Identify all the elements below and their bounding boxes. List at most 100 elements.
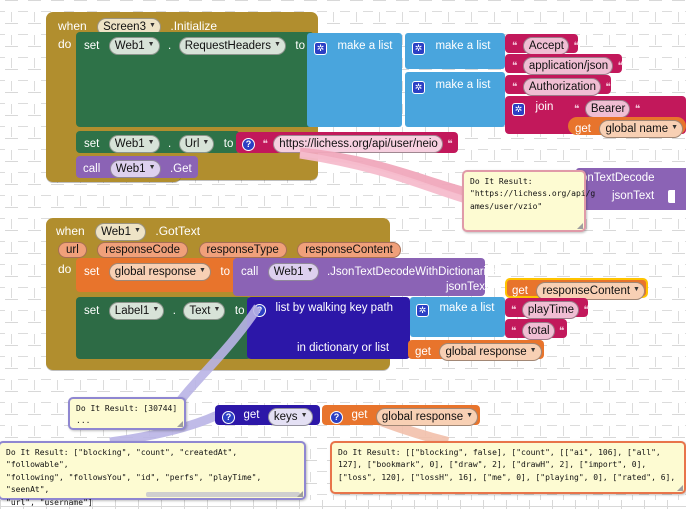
event2-event-label: .GotText bbox=[155, 224, 201, 238]
set-url-property-label: Url bbox=[184, 138, 200, 150]
do-it-result-response-line2: 127], ["bookmark", 0], ["draw", 2], ["dr… bbox=[338, 460, 647, 470]
make-a-list-outer-label: make a list bbox=[337, 40, 393, 52]
help-icon[interactable]: ? bbox=[222, 410, 235, 424]
get-global-response-1-dropdown[interactable]: global response ▼ bbox=[439, 343, 542, 362]
text-application-json-field[interactable]: application/json bbox=[522, 57, 614, 76]
event1-when-label: when bbox=[58, 19, 87, 33]
do-it-result-url-balloon[interactable]: Do It Result: "https://lichess.org/api/g… bbox=[462, 170, 595, 232]
set-requestheaders-row: set Web1 ▼ . RequestHeaders ▼ to bbox=[84, 36, 305, 56]
get-keys-variable: keys bbox=[273, 411, 298, 423]
gear-icon[interactable] bbox=[412, 81, 425, 94]
do-it-result-keys-balloon[interactable]: Do It Result: ["blocking", "count", "cre… bbox=[0, 441, 306, 507]
make-a-list-keys-label: make a list bbox=[439, 302, 495, 314]
join-label: join bbox=[535, 101, 554, 113]
call-jsondecode-row: call Web1 ▼ .JsonTextDecodeWithDictionar… bbox=[241, 262, 498, 282]
event2-param-responsecontent[interactable]: responseContent bbox=[297, 242, 401, 258]
get-keys-row: ? get keys ▼ bbox=[222, 407, 313, 427]
event2-when-row: when Web1 ▼ .GotText bbox=[56, 222, 201, 242]
resize-handle-icon[interactable] bbox=[577, 223, 583, 229]
set-requestheaders-component-label: Web1 bbox=[114, 40, 145, 52]
text-authorization-field[interactable]: Authorization bbox=[522, 78, 601, 97]
get-responsecontent-get-label: get bbox=[512, 285, 528, 297]
set-global-response-dropdown[interactable]: global response ▼ bbox=[108, 263, 211, 282]
get-keys-dropdown[interactable]: keys ▼ bbox=[267, 408, 313, 427]
set-label1-property-dropdown[interactable]: Text ▼ bbox=[183, 302, 226, 321]
walk-key-path-socket2-label: in dictionary or list bbox=[297, 342, 390, 354]
set-label1-component-dropdown[interactable]: Label1 ▼ bbox=[108, 302, 165, 321]
help-icon[interactable]: ? bbox=[330, 410, 343, 424]
chevron-down-icon: ▼ bbox=[633, 285, 640, 293]
text-total-row: ❝ total ❝ bbox=[511, 321, 564, 341]
set-global-response-row: set global response ▼ to bbox=[84, 262, 230, 282]
open-quote-icon: ❝ bbox=[574, 104, 580, 115]
chevron-down-icon: ▼ bbox=[152, 305, 160, 313]
set-url-component-label: Web1 bbox=[114, 138, 145, 150]
set-url-component-dropdown[interactable]: Web1 ▼ bbox=[108, 135, 160, 154]
make-a-list-inner2-label: make a list bbox=[435, 79, 491, 91]
make-a-list-inner1-row: make a list bbox=[412, 38, 490, 56]
resize-handle-icon[interactable] bbox=[297, 491, 303, 497]
help-icon[interactable]: ? bbox=[242, 137, 255, 151]
set-requestheaders-to-label: to bbox=[295, 40, 305, 52]
get-global-response-2-row: ? get global response ▼ bbox=[330, 407, 479, 427]
event2-param-responsecode[interactable]: responseCode bbox=[97, 242, 189, 258]
call-get-method-label: .Get bbox=[169, 163, 192, 175]
event2-component-dropdown[interactable]: Web1 ▼ bbox=[95, 223, 146, 242]
call-get-component-dropdown[interactable]: Web1 ▼ bbox=[109, 160, 161, 179]
event1-do-label: do bbox=[58, 37, 72, 51]
text-playtime-value: playTime bbox=[527, 304, 575, 316]
blocks-layer: when Screen3 ▼ .Initialize do set Web1 ▼… bbox=[0, 0, 686, 507]
call-jsondecode-component-dropdown[interactable]: Web1 ▼ bbox=[267, 263, 319, 282]
gear-icon[interactable] bbox=[314, 42, 327, 55]
chevron-down-icon: ▼ bbox=[300, 411, 308, 419]
call-get-call-label: call bbox=[83, 163, 101, 175]
resize-handle-icon[interactable] bbox=[677, 485, 683, 491]
join-row: join bbox=[512, 99, 553, 117]
gear-icon[interactable] bbox=[512, 103, 525, 116]
chevron-down-icon: ▼ bbox=[148, 21, 156, 29]
text-accept-value: Accept bbox=[528, 40, 565, 52]
text-url-row: ? ❝ https://lichess.org/api/user/neio ❝ bbox=[242, 134, 453, 154]
text-playtime-row: ❝ playTime ❝ bbox=[511, 300, 589, 320]
text-url-field[interactable]: https://lichess.org/api/user/neio bbox=[273, 135, 443, 154]
event2-param-url[interactable]: url bbox=[58, 242, 87, 258]
get-global-response-1-row: get global response ▼ bbox=[415, 342, 542, 362]
text-total-value: total bbox=[527, 325, 550, 337]
do-it-result-url-title: Do It Result: bbox=[470, 177, 533, 186]
event2-param-responsetype[interactable]: responseType bbox=[198, 242, 287, 258]
text-total-field[interactable]: total bbox=[521, 322, 555, 341]
get-global-name-get-label: get bbox=[575, 123, 591, 135]
chevron-down-icon: ▼ bbox=[202, 138, 210, 146]
do-it-result-response-balloon[interactable]: Do It Result: [["blocking", false], ["co… bbox=[330, 441, 686, 494]
make-a-list-keys-row: make a list bbox=[416, 300, 494, 318]
set-requestheaders-component-dropdown[interactable]: Web1 ▼ bbox=[108, 37, 160, 56]
event2-component-label: Web1 bbox=[101, 226, 131, 238]
text-playtime-field[interactable]: playTime bbox=[521, 301, 580, 320]
get-global-response-2-get-label: get bbox=[351, 409, 368, 421]
get-global-name-dropdown[interactable]: global name ▼ bbox=[599, 120, 684, 139]
get-global-response-2-variable: global response bbox=[381, 411, 464, 423]
open-quote-icon: ❝ bbox=[511, 326, 517, 337]
help-icon[interactable]: ? bbox=[253, 303, 266, 317]
text-bearer-field[interactable]: Bearer bbox=[584, 100, 631, 119]
gear-icon[interactable] bbox=[416, 304, 429, 317]
set-label1-component-label: Label1 bbox=[114, 305, 150, 317]
set-requestheaders-property-dropdown[interactable]: RequestHeaders ▼ bbox=[178, 37, 286, 56]
resize-handle-icon[interactable] bbox=[177, 421, 183, 427]
do-it-result-keys-line3: "url", "username"] bbox=[6, 497, 93, 507]
get-global-name-variable: global name bbox=[605, 123, 669, 135]
get-global-response-2-dropdown[interactable]: global response ▼ bbox=[375, 408, 479, 427]
chevron-down-icon: ▼ bbox=[133, 226, 141, 234]
open-quote-icon: ❝ bbox=[262, 139, 268, 150]
set-url-property-dropdown[interactable]: Url ▼ bbox=[178, 135, 215, 154]
text-accept-row: ❝ Accept ❝ bbox=[512, 36, 579, 56]
horizontal-scrollbar[interactable] bbox=[145, 492, 300, 497]
close-quote-icon: ❝ bbox=[617, 61, 623, 72]
text-accept-field[interactable]: Accept bbox=[522, 37, 570, 56]
set-requestheaders-property-label: RequestHeaders bbox=[184, 40, 271, 52]
gear-icon[interactable] bbox=[412, 42, 425, 55]
chevron-down-icon: ▼ bbox=[671, 123, 679, 131]
do-it-result-playtime-balloon[interactable]: Do It Result: [30744] ... bbox=[68, 397, 186, 430]
do-it-result-playtime-title: Do It Result: [30744] bbox=[76, 404, 178, 413]
partial-decode-socket bbox=[668, 190, 675, 203]
